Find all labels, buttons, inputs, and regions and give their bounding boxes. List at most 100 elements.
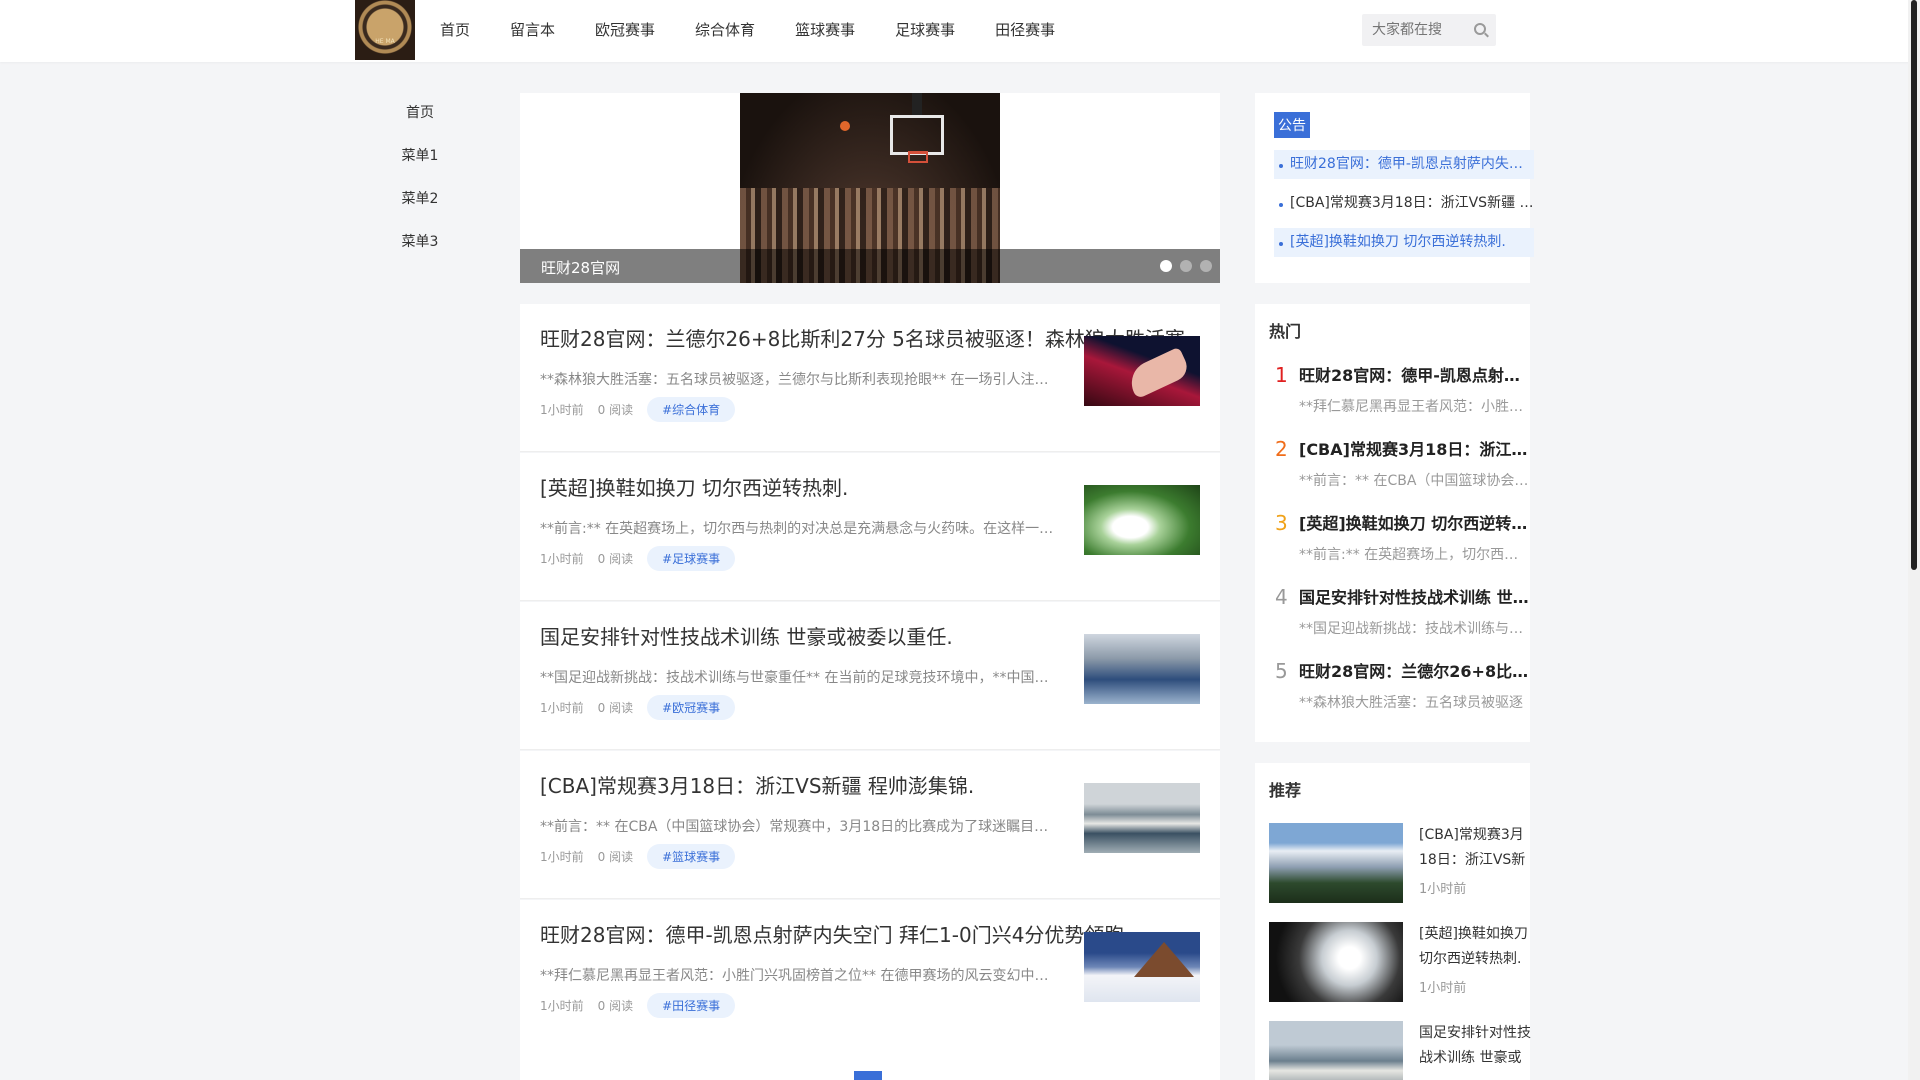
article-tag[interactable]: #足球赛事 (647, 545, 736, 571)
article-title[interactable]: 旺财28官网：德甲-凯恩点射萨内失空门 拜仁1-0门兴4分优势领跑. (540, 919, 1131, 948)
article-meta: 1小时前 0 阅读 #足球赛事 (540, 545, 736, 571)
article-excerpt: **前言:** 在英超赛场上，切尔西与热刺的对决总是充满悬念与火药味。在这样一场… (540, 521, 1060, 537)
hot-item[interactable]: 2 [CBA]常规赛3月18日：浙江VS新疆 **前言：** 在CBA（中国篮球… (1269, 428, 1529, 502)
nav-basketball[interactable]: 篮球赛事 (775, 0, 875, 60)
hot-item[interactable]: 5 旺财28官网：兰德尔26+8比斯利27分 **森林狼大胜活塞：五名球员被驱逐 (1269, 650, 1529, 724)
article-thumbnail[interactable] (1084, 336, 1200, 406)
article-item[interactable]: 旺财28官网：兰德尔26+8比斯利27分 5名球员被驱逐！森林狼大胜活塞. **… (520, 304, 1220, 452)
pagination (520, 1045, 1220, 1080)
article-tag[interactable]: #综合体育 (647, 396, 736, 422)
side-menu-3[interactable]: 菜单3 (360, 221, 480, 264)
article-time: 1小时前 (540, 402, 584, 417)
hot-title[interactable]: [CBA]常规赛3月18日：浙江VS新疆 (1299, 436, 1529, 460)
hot-heading: 热门 (1269, 322, 1302, 341)
pagination-current-page[interactable] (854, 1071, 882, 1080)
side-menu: 首页 菜单1 菜单2 菜单3 (360, 92, 480, 264)
article-time: 1小时前 (540, 700, 584, 715)
nav-athletics[interactable]: 田径赛事 (975, 0, 1075, 60)
logo-text: HE MA (375, 38, 395, 45)
article-reads: 0 阅读 (597, 402, 634, 417)
hot-title[interactable]: 国足安排针对性技战术训练 世豪或被委以重任. (1299, 584, 1529, 608)
slider-caption-bar: 旺财28官网 (520, 249, 1220, 283)
scrollbar-thumb[interactable] (1911, 0, 1917, 570)
slider-dot-2[interactable] (1180, 260, 1192, 272)
article-time: 1小时前 (540, 849, 584, 864)
article-reads: 0 阅读 (597, 551, 634, 566)
article-title[interactable]: [英超]换鞋如换刀 切尔西逆转热刺. (540, 472, 848, 501)
article-tag[interactable]: #欧冠赛事 (647, 694, 736, 720)
site-logo[interactable]: HE MA (355, 0, 415, 60)
recommended-title[interactable]: [CBA]常规赛3月18日：浙江VS新疆 程帅澎集锦. (1419, 823, 1531, 873)
notice-item[interactable]: [英超]换鞋如换刀 切尔西逆转热刺. (1274, 228, 1534, 257)
recommended-item[interactable]: [英超]换鞋如换刀 切尔西逆转热刺. 1小时前 (1269, 922, 1531, 1002)
article-reads: 0 阅读 (597, 849, 634, 864)
article-excerpt: **拜仁慕尼黑再显王者风范：小胜门兴巩固榜首之位** 在德甲赛场的风云变幻中，拜… (540, 968, 1060, 984)
article-excerpt: **前言：** 在CBA（中国篮球协会）常规赛中，3月18日的比赛成为了球迷瞩目… (540, 819, 1060, 835)
slider-dot-3[interactable] (1200, 260, 1212, 272)
article-reads: 0 阅读 (597, 700, 634, 715)
article-time: 1小时前 (540, 551, 584, 566)
article-item[interactable]: [英超]换鞋如换刀 切尔西逆转热刺. **前言:** 在英超赛场上，切尔西与热刺… (520, 453, 1220, 601)
slider-dot-1[interactable] (1160, 260, 1172, 272)
hot-title[interactable]: 旺财28官网：德甲-凯恩点射萨内失空门 (1299, 362, 1529, 386)
recommended-item[interactable]: [CBA]常规赛3月18日：浙江VS新疆 程帅澎集锦. 1小时前 (1269, 823, 1531, 903)
recommended-time: 1小时前 (1419, 882, 1467, 897)
notice-list: 旺财28官网：德甲-凯恩点射萨内失空门 [CBA]常规赛3月18日：浙江VS新疆… (1274, 150, 1534, 267)
hot-panel: 热门 1 旺财28官网：德甲-凯恩点射萨内失空门 **拜仁慕尼黑再显王者风范：小… (1255, 304, 1530, 742)
recommended-thumbnail[interactable] (1269, 1021, 1403, 1080)
hot-rank: 5 (1275, 659, 1288, 683)
hot-title[interactable]: [英超]换鞋如换刀 切尔西逆转热刺. (1299, 510, 1529, 534)
article-tag[interactable]: #篮球赛事 (647, 843, 736, 869)
article-meta: 1小时前 0 阅读 #综合体育 (540, 396, 736, 422)
hot-item[interactable]: 4 国足安排针对性技战术训练 世豪或被委以重任. **国足迎战新挑战：技战术训练… (1269, 576, 1529, 650)
side-menu-home[interactable]: 首页 (360, 92, 480, 135)
recommended-item[interactable]: 国足安排针对性技战术训练 世豪或被委以重任. (1269, 1021, 1531, 1080)
search-input[interactable] (1362, 14, 1462, 46)
article-reads: 0 阅读 (597, 998, 634, 1013)
search-box (1362, 14, 1496, 46)
article-excerpt: **森林狼大胜活塞：五名球员被驱逐，兰德尔与比斯利表现抢眼** 在一场引人注目的… (540, 372, 1060, 388)
recommended-thumbnail[interactable] (1269, 922, 1403, 1002)
hot-excerpt: **前言：** 在CBA（中国篮球协会）常规赛中 (1299, 473, 1529, 489)
banner-slider[interactable]: 旺财28官网 (520, 93, 1220, 283)
article-thumbnail[interactable] (1084, 485, 1200, 555)
article-thumbnail[interactable] (1084, 783, 1200, 853)
recommended-panel: 推荐 [CBA]常规赛3月18日：浙江VS新疆 程帅澎集锦. 1小时前 [英超]… (1255, 763, 1531, 1080)
hot-rank: 3 (1275, 511, 1288, 535)
page-scrollbar[interactable] (1908, 0, 1920, 1080)
search-icon[interactable] (1474, 23, 1486, 35)
notice-item[interactable]: [CBA]常规赛3月18日：浙江VS新疆 程帅澎集锦. (1274, 189, 1534, 218)
nav-football[interactable]: 足球赛事 (875, 0, 975, 60)
article-time: 1小时前 (540, 998, 584, 1013)
side-menu-2[interactable]: 菜单2 (360, 178, 480, 221)
nav-champions-league[interactable]: 欧冠赛事 (575, 0, 675, 60)
notice-panel: 公告 旺财28官网：德甲-凯恩点射萨内失空门 [CBA]常规赛3月18日：浙江V… (1255, 93, 1534, 283)
recommended-title[interactable]: [英超]换鞋如换刀 切尔西逆转热刺. (1419, 922, 1531, 972)
article-title[interactable]: 国足安排针对性技战术训练 世豪或被委以重任. (540, 621, 953, 650)
article-excerpt: **国足迎战新挑战：技战术训练与世豪重任** 在当前的足球竞技环境中，**中国国… (540, 670, 1060, 686)
recommended-thumbnail[interactable] (1269, 823, 1403, 903)
nav-home[interactable]: 首页 (420, 0, 490, 60)
hot-title[interactable]: 旺财28官网：兰德尔26+8比斯利27分 (1299, 658, 1529, 682)
notice-item[interactable]: 旺财28官网：德甲-凯恩点射萨内失空门 (1274, 150, 1534, 179)
recommended-title[interactable]: 国足安排针对性技战术训练 世豪或被委以重任. (1419, 1021, 1531, 1071)
hot-item[interactable]: 3 [英超]换鞋如换刀 切尔西逆转热刺. **前言:** 在英超赛场上，切尔西与… (1269, 502, 1529, 576)
recommended-heading: 推荐 (1269, 781, 1302, 800)
article-thumbnail[interactable] (1084, 634, 1200, 704)
nav-general-sports[interactable]: 综合体育 (675, 0, 775, 60)
article-item[interactable]: 旺财28官网：德甲-凯恩点射萨内失空门 拜仁1-0门兴4分优势领跑. **拜仁慕… (520, 900, 1220, 1048)
side-menu-1[interactable]: 菜单1 (360, 135, 480, 178)
article-thumbnail[interactable] (1084, 932, 1200, 1002)
hot-item[interactable]: 1 旺财28官网：德甲-凯恩点射萨内失空门 **拜仁慕尼黑再显王者风范：小胜门兴 (1269, 354, 1529, 428)
article-tag[interactable]: #田径赛事 (647, 992, 736, 1018)
nav-guestbook[interactable]: 留言本 (490, 0, 575, 60)
slider-dots (1160, 260, 1220, 272)
hot-rank: 2 (1275, 437, 1288, 461)
article-title[interactable]: [CBA]常规赛3月18日：浙江VS新疆 程帅澎集锦. (540, 770, 974, 799)
article-item[interactable]: [CBA]常规赛3月18日：浙江VS新疆 程帅澎集锦. **前言：** 在CBA… (520, 751, 1220, 899)
article-item[interactable]: 国足安排针对性技战术训练 世豪或被委以重任. **国足迎战新挑战：技战术训练与世… (520, 602, 1220, 750)
hot-rank: 4 (1275, 585, 1288, 609)
hot-excerpt: **拜仁慕尼黑再显王者风范：小胜门兴 (1299, 399, 1529, 415)
recommended-time: 1小时前 (1419, 981, 1467, 996)
slider-caption: 旺财28官网 (541, 259, 621, 277)
